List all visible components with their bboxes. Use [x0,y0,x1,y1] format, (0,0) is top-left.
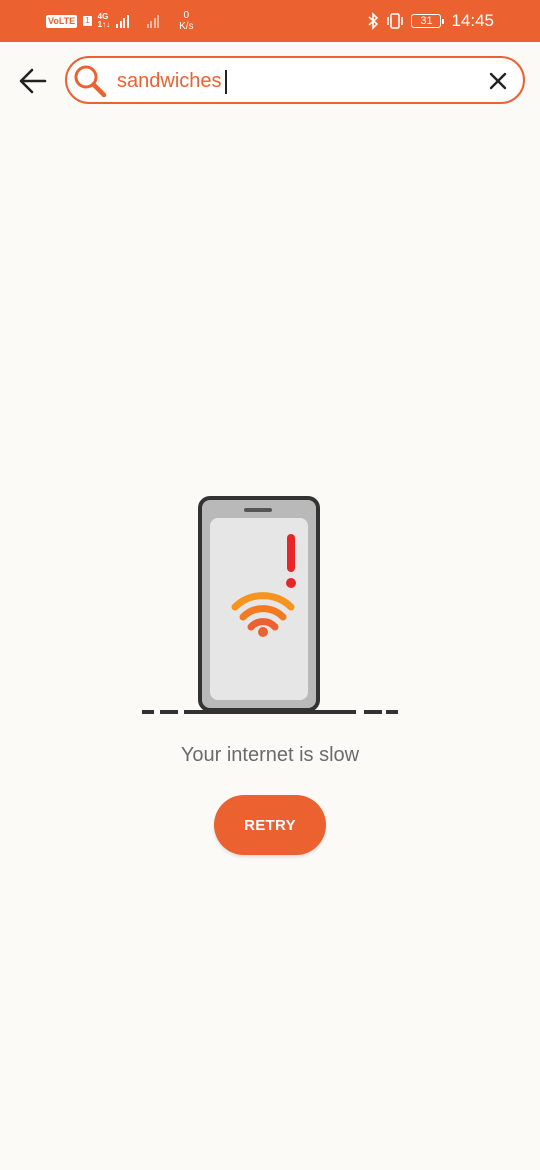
battery-indicator: 31 [411,14,445,28]
error-message: Your internet is slow [180,744,360,766]
sim-slot-badge: 1 [83,16,92,26]
retry-button[interactable]: RETRY [214,795,326,855]
phone-speaker [244,508,272,512]
network-activity-label: 1↑↓ [97,20,111,29]
network-speed: 0 K/s [179,10,193,32]
arrow-left-icon [19,68,47,94]
search-bar[interactable] [65,56,525,104]
network-speed-value: 0 [183,10,190,21]
phone-slow-wifi-illustration [142,496,398,714]
volte-badge: VoLTE [46,14,78,28]
status-time: 14:45 [451,11,494,30]
search-icon [74,65,107,98]
text-cursor [225,70,227,94]
network-speed-unit: K/s [179,21,194,32]
alert-icon [286,534,296,588]
bluetooth-icon [368,12,379,30]
status-right: 31 14:45 [367,10,494,32]
status-bar: VoLTE 1 4G 1↑↓ 0 K/s 31 14:45 [0,0,540,42]
close-icon[interactable] [487,70,509,92]
vibrate-icon [387,13,404,29]
back-button[interactable] [14,62,52,100]
search-input[interactable] [117,66,467,96]
status-left: VoLTE 1 4G 1↑↓ 0 K/s [46,10,194,32]
signal-strength-icon [116,14,129,28]
network-type: 4G 1↑↓ [98,13,110,29]
signal-strength-sim2-icon [146,14,160,28]
